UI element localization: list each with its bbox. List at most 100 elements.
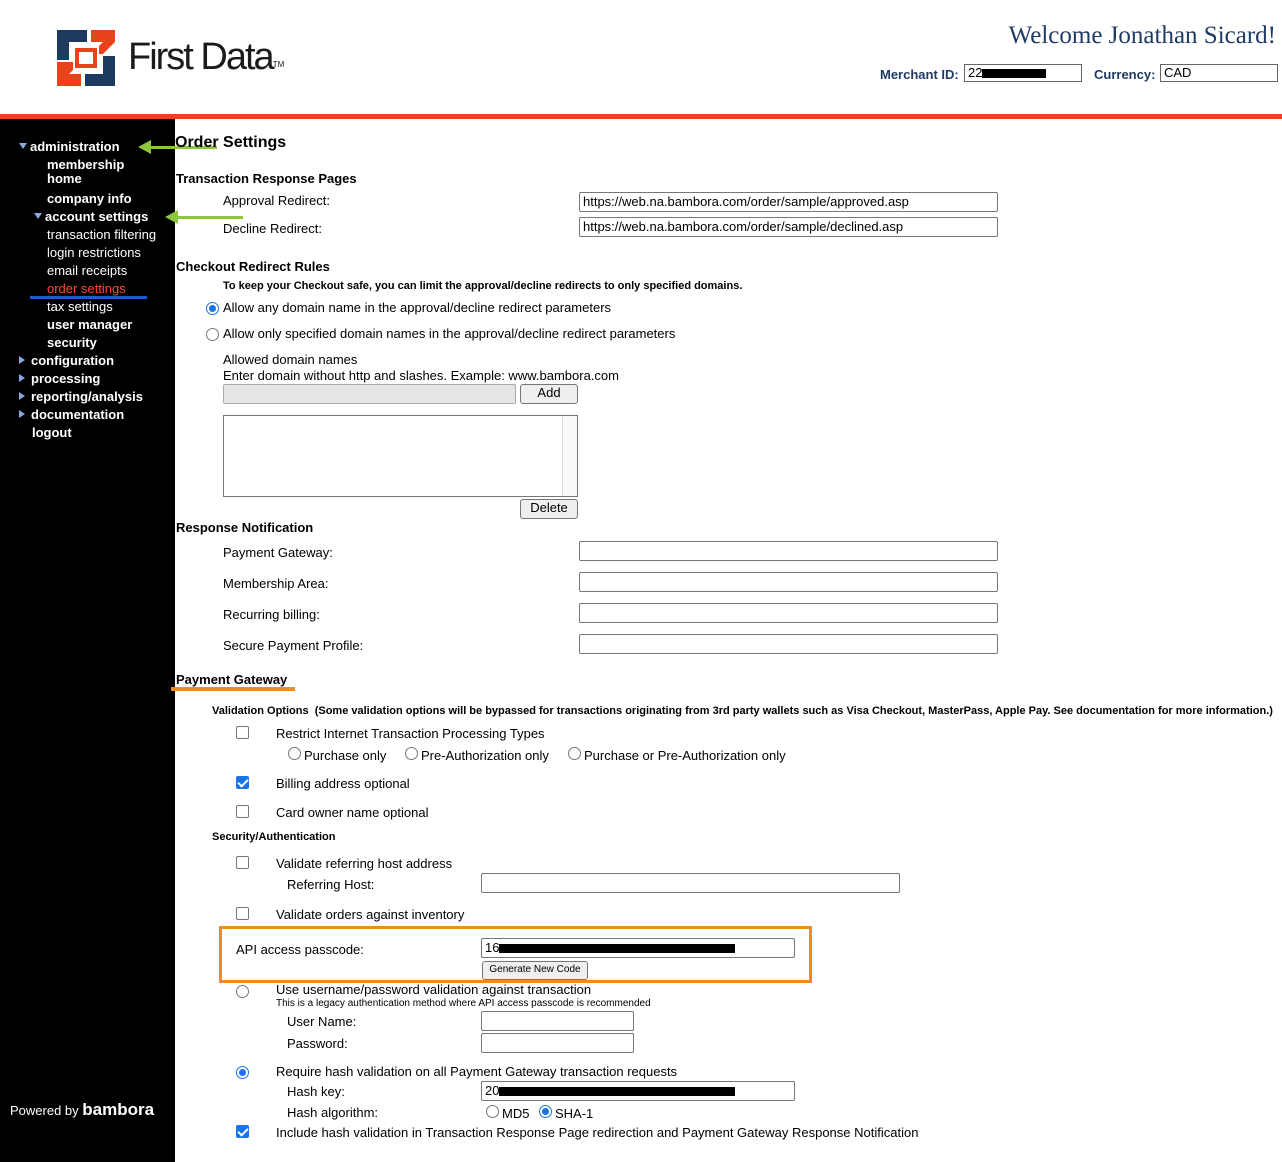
sidebar-item-email-receipts[interactable]: email receipts	[47, 264, 127, 278]
card-owner-optional-checkbox[interactable]	[236, 805, 249, 818]
restrict-processing-checkbox[interactable]	[236, 726, 249, 739]
notify-payment-gateway-label: Payment Gateway:	[223, 545, 333, 560]
allowed-domains-label: Allowed domain names	[223, 352, 358, 367]
section-heading-transaction-response: Transaction Response Pages	[176, 171, 357, 186]
collapsed-triangle-icon	[19, 392, 25, 400]
preauth-only-radio[interactable]	[405, 747, 418, 760]
md5-radio[interactable]	[486, 1105, 499, 1118]
decline-redirect-label: Decline Redirect:	[223, 221, 322, 236]
domain-list-scrollbar[interactable]	[562, 416, 577, 496]
section-heading-response-notification: Response Notification	[176, 520, 314, 535]
sidebar-item-transaction-filtering[interactable]: transaction filtering	[47, 228, 156, 242]
redaction-bar	[499, 944, 736, 954]
sidebar-item-company-info[interactable]: company info	[47, 192, 132, 206]
sidebar-item-tax-settings[interactable]: tax settings	[47, 300, 113, 314]
redaction-bar	[499, 1087, 736, 1097]
notify-membership-area-label: Membership Area:	[223, 576, 329, 591]
sidebar-item-membership-home[interactable]: membership home	[47, 158, 147, 186]
legacy-note: This is a legacy authentication method w…	[276, 998, 651, 1009]
billing-optional-checkbox[interactable]	[236, 776, 249, 789]
api-passcode-input[interactable]: 16	[481, 938, 795, 958]
sidebar-item-login-restrictions[interactable]: login restrictions	[47, 246, 141, 260]
decline-redirect-input[interactable]: https://web.na.bambora.com/order/sample/…	[579, 217, 998, 237]
approval-redirect-input[interactable]: https://web.na.bambora.com/order/sample/…	[579, 192, 998, 212]
md5-label: MD5	[502, 1106, 530, 1121]
billing-optional-label: Billing address optional	[276, 776, 410, 791]
header-divider	[0, 114, 1282, 119]
password-label: Password:	[287, 1036, 348, 1051]
hash-validation-label: Require hash validation on all Payment G…	[276, 1064, 678, 1079]
notify-recurring-billing-input[interactable]	[579, 603, 998, 623]
checkout-note: To keep your Checkout safe, you can limi…	[223, 280, 743, 292]
allow-any-domain-label: Allow any domain name in the approval/de…	[223, 300, 612, 315]
sidebar-item-account-settings[interactable]: account settings	[34, 210, 148, 224]
validate-inventory-label: Validate orders against inventory	[276, 907, 465, 922]
preauth-only-label: Pre-Authorization only	[421, 748, 549, 763]
security-title: Security/Authentication	[212, 831, 336, 843]
purchase-only-radio[interactable]	[288, 747, 301, 760]
include-hash-checkbox[interactable]	[236, 1125, 249, 1138]
section-heading-payment-gateway: Payment Gateway	[176, 672, 288, 687]
username-input[interactable]	[481, 1011, 634, 1031]
expanded-triangle-icon	[34, 213, 42, 219]
merchant-id-field[interactable]: 22	[964, 64, 1082, 82]
validation-options-title: Validation Options (Some validation opti…	[212, 705, 1273, 717]
referring-host-input[interactable]	[481, 873, 900, 893]
sidebar-item-security[interactable]: security	[47, 336, 97, 350]
hash-validation-radio[interactable]	[236, 1066, 249, 1079]
sidebar-item-order-settings[interactable]: order settings	[47, 282, 126, 296]
username-validation-label: Use username/password validation against…	[276, 982, 592, 997]
card-owner-optional-label: Card owner name optional	[276, 805, 429, 820]
hash-key-label: Hash key:	[287, 1084, 345, 1099]
generate-new-code-button[interactable]: Generate New Code	[482, 961, 588, 980]
expanded-triangle-icon	[19, 143, 27, 149]
notify-payment-gateway-input[interactable]	[579, 541, 998, 561]
redaction-bar	[982, 69, 1047, 79]
restrict-processing-label: Restrict Internet Transaction Processing…	[276, 726, 545, 741]
domain-input[interactable]	[223, 384, 516, 404]
validate-host-checkbox[interactable]	[236, 856, 249, 869]
add-domain-button[interactable]: Add	[520, 384, 578, 404]
username-validation-radio[interactable]	[236, 985, 249, 998]
notify-membership-area-input[interactable]	[579, 572, 998, 592]
merchant-id-label: Merchant ID:	[880, 67, 959, 82]
notify-secure-payment-profile-label: Secure Payment Profile:	[223, 638, 364, 653]
allow-specified-domain-radio[interactable]	[206, 328, 219, 341]
delete-domain-button[interactable]: Delete	[520, 499, 578, 519]
powered-by-bambora: Powered by bambora	[10, 1100, 155, 1119]
collapsed-triangle-icon	[19, 356, 25, 364]
sidebar-item-processing[interactable]: processing	[19, 372, 100, 386]
allowed-domains-hint: Enter domain without http and slashes. E…	[223, 368, 619, 383]
allow-specified-domain-label: Allow only specified domain names in the…	[223, 326, 676, 341]
allow-any-domain-radio[interactable]	[206, 302, 219, 315]
hash-key-input[interactable]: 20	[481, 1081, 795, 1101]
purchase-or-preauth-label: Purchase or Pre-Authorization only	[584, 748, 786, 763]
currency-label: Currency:	[1094, 67, 1156, 82]
collapsed-triangle-icon	[19, 374, 25, 382]
validate-host-label: Validate referring host address	[276, 856, 453, 871]
hash-algorithm-label: Hash algorithm:	[287, 1105, 379, 1120]
welcome-message: Welcome Jonathan Sicard!	[1008, 22, 1276, 49]
collapsed-triangle-icon	[19, 410, 25, 418]
annotation-underline	[171, 687, 295, 691]
sidebar-item-user-manager[interactable]: user manager	[47, 318, 132, 332]
validate-inventory-checkbox[interactable]	[236, 907, 249, 920]
sidebar-item-reporting-analysis[interactable]: reporting/analysis	[19, 390, 143, 404]
currency-field[interactable]: CAD	[1160, 64, 1278, 82]
sidebar-item-documentation[interactable]: documentation	[19, 408, 124, 422]
sidebar-item-logout[interactable]: logout	[32, 426, 72, 440]
sha1-label: SHA-1	[555, 1106, 594, 1121]
password-input[interactable]	[481, 1033, 634, 1053]
purchase-or-preauth-radio[interactable]	[568, 747, 581, 760]
domain-list[interactable]	[223, 415, 578, 497]
sha1-radio[interactable]	[539, 1105, 552, 1118]
annotation-arrow-icon	[165, 210, 243, 224]
username-label: User Name:	[287, 1014, 357, 1029]
notify-secure-payment-profile-input[interactable]	[579, 634, 998, 654]
include-hash-label: Include hash validation in Transaction R…	[276, 1125, 919, 1140]
sidebar-item-administration[interactable]: administration	[19, 140, 120, 154]
approval-redirect-label: Approval Redirect:	[223, 193, 330, 208]
sidebar-item-configuration[interactable]: configuration	[19, 354, 114, 368]
first-data-logo-icon	[57, 30, 115, 86]
referring-host-label: Referring Host:	[287, 877, 375, 892]
